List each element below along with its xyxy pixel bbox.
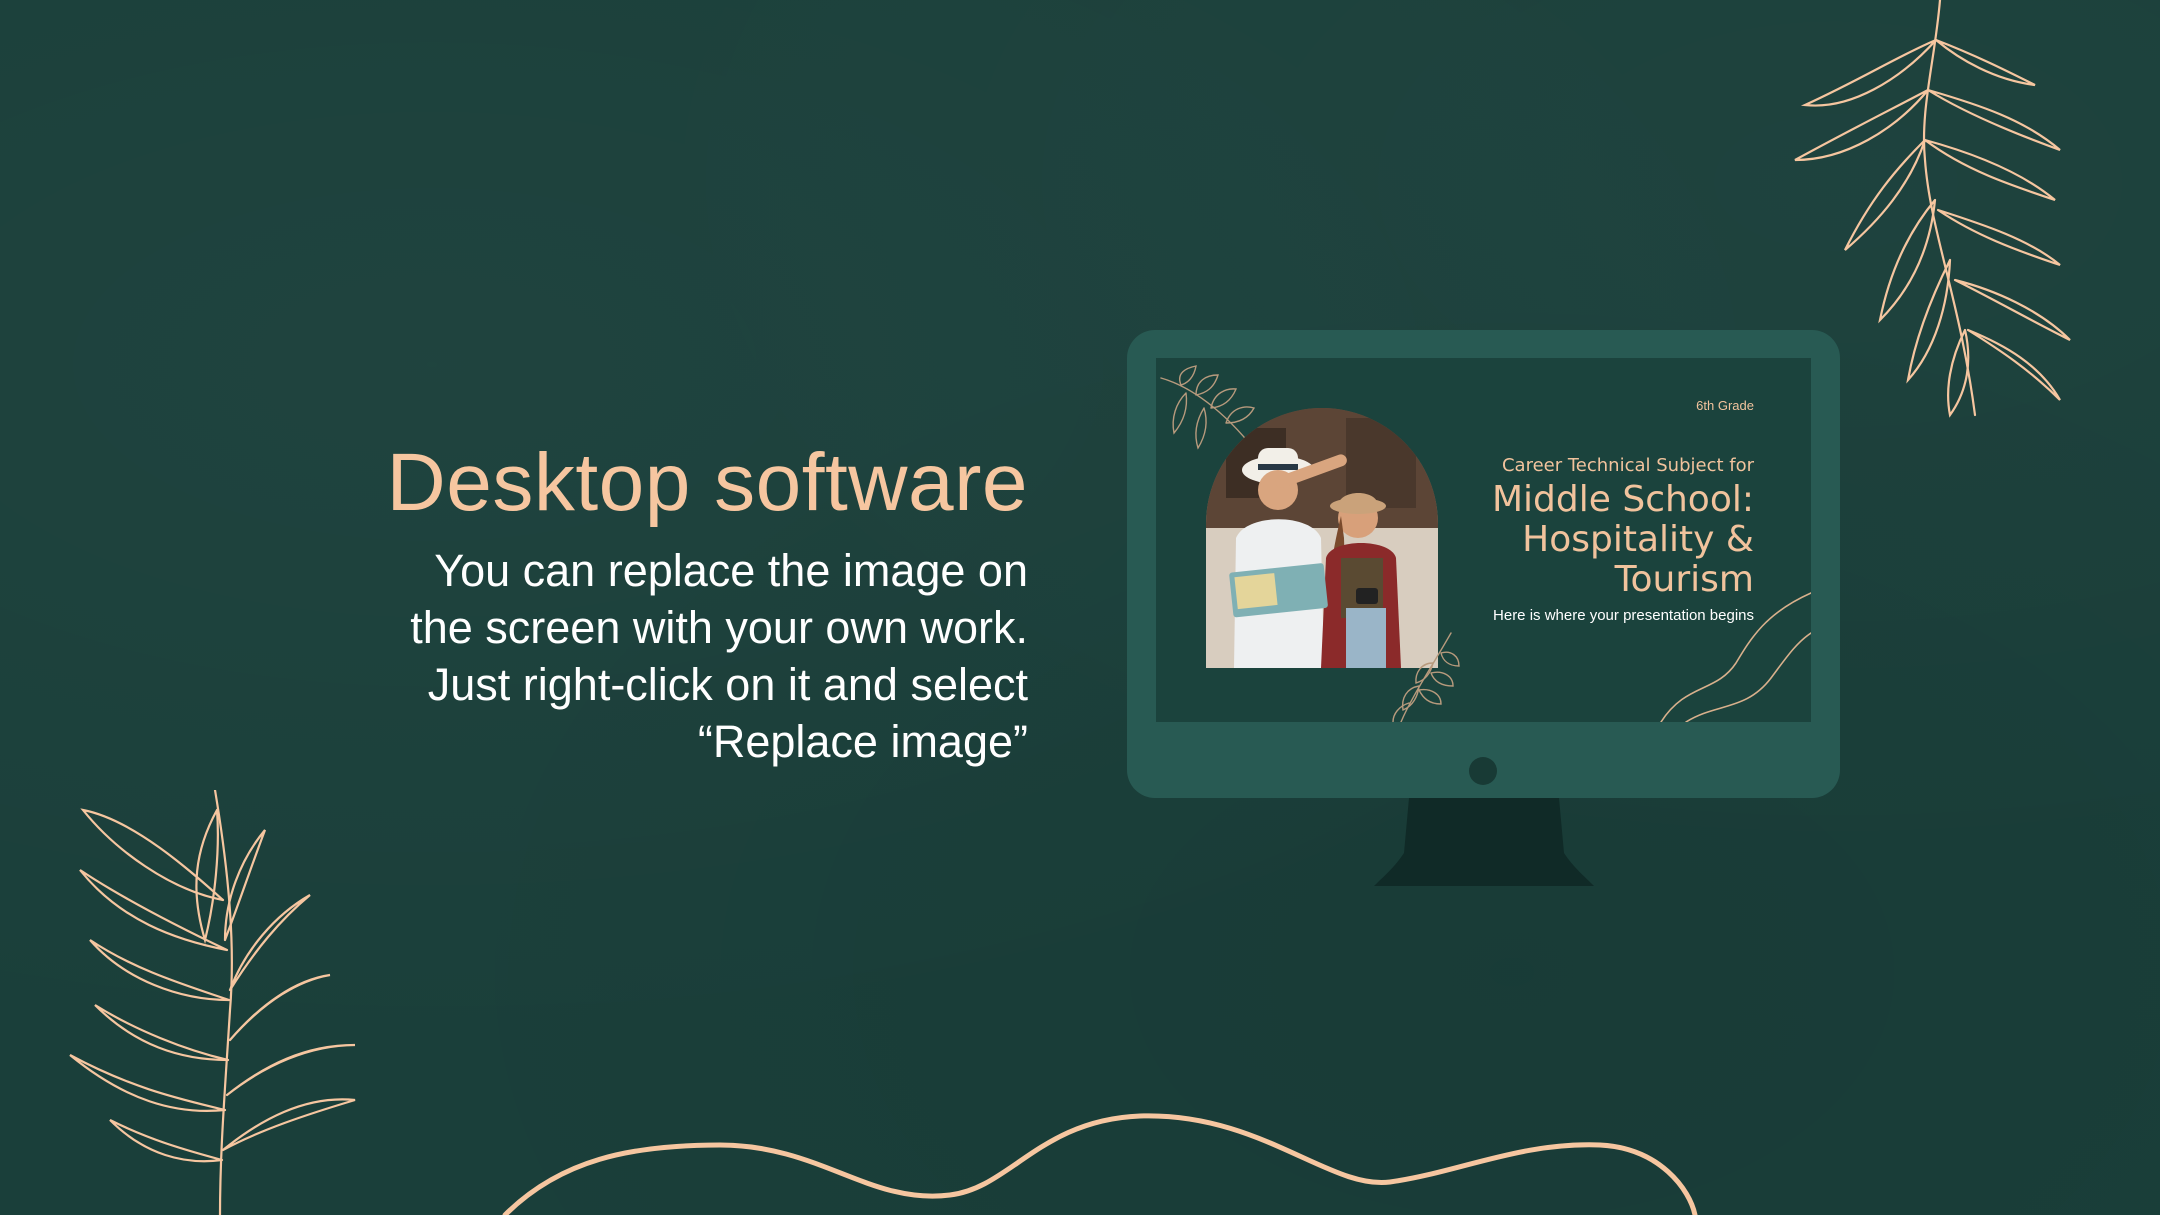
slide-body: You can replace the image on the screen … — [410, 545, 1028, 768]
monitor-screen-image[interactable]: 6th Grade Career Technical Subject for M… — [1156, 358, 1811, 722]
screen-title: Middle School: Hospitality & Tourism — [1491, 479, 1754, 600]
screen-grade: 6th Grade — [1696, 398, 1754, 413]
screen-tagline: Here is where your presentation begins — [1493, 607, 1754, 624]
power-button — [1469, 757, 1497, 785]
screen-subject: Career Technical Subject for — [1501, 455, 1754, 476]
wave-line — [502, 1113, 1698, 1215]
text-block: Desktop software You can replace the ima… — [268, 437, 1029, 770]
monitor-stand — [1374, 798, 1594, 886]
slide-title: Desktop software — [386, 437, 1028, 528]
screen-leaf-icon-bottom — [1392, 632, 1460, 722]
screen-wave-icon — [1660, 592, 1811, 722]
